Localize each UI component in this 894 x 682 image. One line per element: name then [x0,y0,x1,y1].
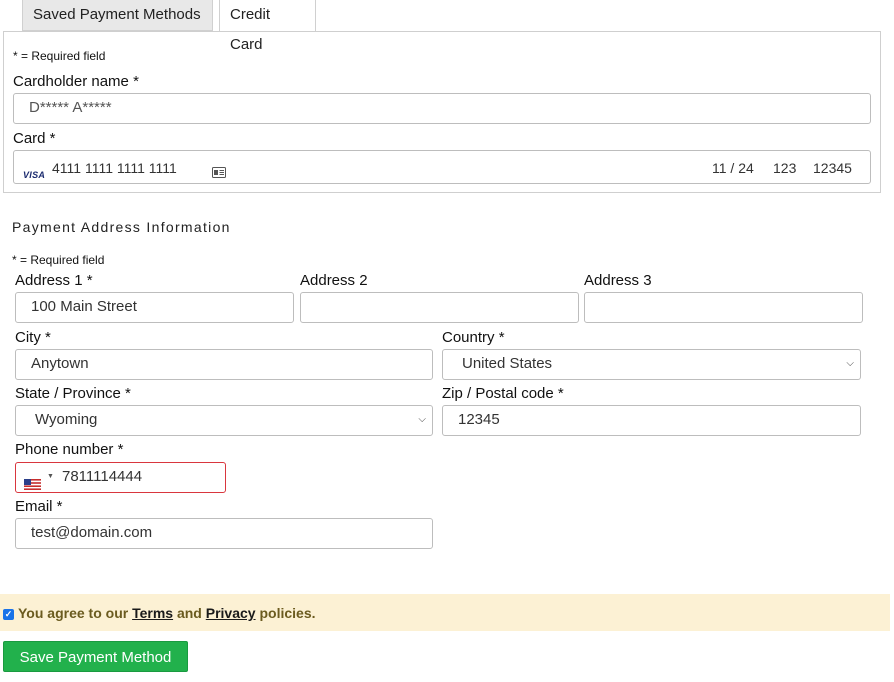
chevron-down-icon: ⌵ [846,358,854,369]
privacy-link[interactable]: Privacy [206,605,256,621]
zip-label: Zip / Postal code * [442,385,564,402]
card-cvc[interactable]: 123 [773,154,796,182]
address-required-note: * = Required field [12,253,105,267]
zip-input[interactable]: 12345 [442,405,861,436]
cardholder-input[interactable]: D***** A***** [13,93,871,124]
email-label: Email * [15,498,63,515]
card-input[interactable]: VISA 4111 1111 1111 1111 11 / 24 123 123… [13,150,871,184]
chevron-down-icon: ⌵ [418,414,426,425]
state-select[interactable]: Wyoming ⌵ [15,405,433,436]
card-postal[interactable]: 12345 [813,154,852,182]
agreement-prefix: You agree to our [18,605,133,621]
chevron-down-icon: ▼ [47,473,54,480]
cardholder-label: Cardholder name * [13,73,139,90]
country-value: United States [462,355,553,372]
state-value: Wyoming [35,411,98,428]
card-icon [212,160,226,188]
address3-input[interactable] [584,292,863,323]
agreement-text: You agree to our Terms and Privacy polic… [18,605,316,621]
save-payment-method-button[interactable]: Save Payment Method [3,641,188,672]
terms-link[interactable]: Terms [132,605,173,621]
city-input[interactable]: Anytown [15,349,433,380]
us-flag-icon[interactable] [24,472,41,500]
card-number[interactable]: 4111 1111 1111 1111 [52,154,177,182]
address1-input[interactable]: 100 Main Street [15,292,294,323]
visa-logo: VISA [23,170,46,180]
address1-label: Address 1 * [15,272,93,289]
phone-label: Phone number * [15,441,124,458]
required-note: * = Required field [13,49,106,63]
country-label: Country * [442,329,505,346]
address2-input[interactable] [300,292,579,323]
card-expiry[interactable]: 11 / 24 [712,154,754,182]
city-label: City * [15,329,51,346]
address-section-title: Payment Address Information [12,219,231,235]
address3-label: Address 3 [584,272,652,289]
phone-value: 7811114444 [62,468,143,485]
country-select[interactable]: United States ⌵ [442,349,861,380]
card-label: Card * [13,130,56,147]
agreement-bar: ✓ You agree to our Terms and Privacy pol… [0,594,890,631]
agree-checkbox[interactable]: ✓ [3,609,14,620]
agreement-and: and [173,605,206,621]
agreement-suffix: policies. [255,605,316,621]
tab-credit-card[interactable]: Credit Card [219,0,316,53]
state-label: State / Province * [15,385,131,402]
tab-saved-payment-methods[interactable]: Saved Payment Methods [22,0,213,31]
credit-card-panel: * = Required field Cardholder name * D**… [3,31,881,193]
phone-input[interactable]: ▼ 7811114444 [15,462,226,493]
email-input[interactable]: test@domain.com [15,518,433,549]
address2-label: Address 2 [300,272,368,289]
